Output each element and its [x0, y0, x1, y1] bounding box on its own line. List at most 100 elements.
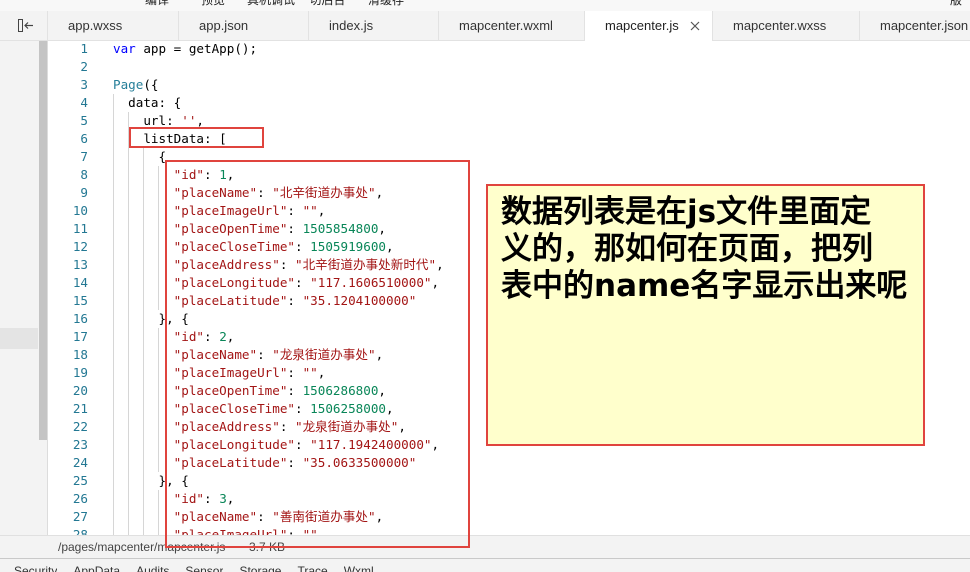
indent-guide: [143, 364, 145, 382]
code-line[interactable]: [113, 58, 970, 76]
indent-guide: [113, 382, 114, 400]
top-toolbar: 编译 预览 真机调试 切后台 清缓存 版: [0, 0, 970, 11]
line-number: 16: [72, 311, 88, 326]
tab-label: app.json: [199, 18, 249, 33]
line-number: 6: [80, 131, 88, 146]
tab-mapcenter-wxml[interactable]: mapcenter.wxml: [439, 11, 585, 40]
code-token-plain: ,: [196, 113, 205, 128]
line-number: 12: [72, 239, 88, 254]
devtools-tabs: Security AppData Audits Sensor Storage T…: [14, 564, 374, 572]
line-number: 14: [72, 275, 88, 290]
tab-label: mapcenter.json: [880, 18, 969, 33]
code-line[interactable]: data: {: [113, 94, 970, 112]
indent-guide: [128, 256, 130, 274]
indent-guide: [158, 436, 160, 454]
line-number: 10: [72, 203, 88, 218]
close-icon[interactable]: [690, 21, 700, 31]
tab-label: mapcenter.wxml: [459, 18, 553, 33]
indent-guide: [128, 328, 130, 346]
devtools-tab-audits[interactable]: Audits: [136, 564, 169, 572]
indent-guide: [158, 184, 160, 202]
indent-guide: [158, 238, 160, 256]
indent-guide: [128, 526, 130, 535]
indent-guide: [128, 436, 130, 454]
devtools-tab-trace[interactable]: Trace: [297, 564, 327, 572]
code-token-plain: app = getApp();: [135, 41, 258, 56]
indent-guide: [143, 238, 145, 256]
annotation-note: 数据列表是在js文件里面定 义的，那如何在页面，把列 表中的name名字显示出来…: [486, 184, 925, 446]
devtools-tab-wxml[interactable]: Wxml: [344, 564, 374, 572]
file-tree-selected-row[interactable]: [0, 328, 38, 349]
remote-debug-button[interactable]: 真机调试: [241, 0, 301, 11]
code-line[interactable]: var app = getApp();: [113, 41, 970, 58]
code-token-string: '': [181, 113, 197, 128]
tab-mapcenter-js[interactable]: mapcenter.js: [585, 11, 713, 41]
line-number: 28: [72, 527, 88, 535]
indent-guide: [113, 94, 114, 112]
devtools-panel: Security AppData Audits Sensor Storage T…: [0, 558, 970, 572]
code-token-keyword: var: [113, 41, 136, 56]
indent-guide: [143, 256, 145, 274]
preview-button[interactable]: 预览: [185, 0, 241, 11]
indent-guide: [128, 238, 130, 256]
line-number: 21: [72, 401, 88, 416]
indent-guide: [113, 490, 114, 508]
indent-guide: [113, 472, 114, 490]
devtools-tab-sensor[interactable]: Sensor: [185, 564, 223, 572]
indent-guide: [128, 292, 130, 310]
indent-guide: [113, 418, 114, 436]
tab-label: app.wxss: [68, 18, 123, 33]
indent-guide: [143, 202, 145, 220]
line-number-gutter: 1 2 3 4 5 6 7 8 9 10 11 12 13 14 15 16 17 18 19 20 21 22 23 24 2…: [48, 41, 88, 535]
indent-guide: [143, 400, 145, 418]
compile-button[interactable]: 编译: [129, 0, 185, 11]
indent-guide: [143, 328, 145, 346]
indent-guide: [143, 220, 145, 238]
annotation-box-listdata: [129, 127, 264, 148]
switch-background-button[interactable]: 切后台: [301, 0, 354, 11]
code-line[interactable]: Page({: [113, 76, 970, 94]
code-token-plain: url:: [113, 113, 182, 128]
indent-guide: [158, 274, 160, 292]
indent-guide: [128, 148, 130, 166]
tab-mapcenter-json[interactable]: mapcenter.json: [860, 11, 970, 40]
indent-guide: [143, 274, 145, 292]
sidebar-toggle-button[interactable]: [0, 11, 48, 40]
indent-guide: [158, 418, 160, 436]
indent-guide: [128, 274, 130, 292]
indent-guide: [143, 418, 145, 436]
indent-guide: [128, 472, 130, 490]
indent-guide: [143, 472, 145, 490]
indent-guide: [128, 400, 130, 418]
indent-guide: [113, 526, 114, 535]
devtools-tab-storage[interactable]: Storage: [239, 564, 281, 572]
indent-guide: [113, 454, 114, 472]
line-number: 17: [72, 329, 88, 344]
indent-guide: [158, 490, 160, 508]
line-number: 11: [72, 221, 88, 236]
indent-guide: [128, 418, 130, 436]
line-number: 13: [72, 257, 88, 272]
clear-cache-button[interactable]: 清缓存: [354, 0, 418, 11]
indent-guide: [113, 508, 114, 526]
code-token-plain: ({: [143, 77, 159, 92]
editor-tabs: app.wxss app.json index.js mapcenter.wxm…: [48, 11, 970, 41]
devtools-tab-security[interactable]: Security: [14, 564, 57, 572]
sidebar-collapse-icon[interactable]: [18, 19, 34, 32]
indent-guide: [113, 364, 114, 382]
indent-guide: [158, 220, 160, 238]
indent-guide: [113, 346, 114, 364]
tab-mapcenter-wxss[interactable]: mapcenter.wxss: [713, 11, 860, 40]
file-tree-scrollbar[interactable]: [39, 41, 47, 440]
indent-guide: [113, 166, 114, 184]
line-number: 19: [72, 365, 88, 380]
indent-guide: [158, 364, 160, 382]
indent-guide: [113, 238, 114, 256]
indent-guide: [113, 256, 114, 274]
tab-app-wxss[interactable]: app.wxss: [48, 11, 179, 40]
version-button[interactable]: 版: [950, 0, 966, 11]
indent-guide: [158, 346, 160, 364]
tab-app-json[interactable]: app.json: [179, 11, 309, 40]
tab-index-js[interactable]: index.js: [309, 11, 439, 40]
devtools-tab-appdata[interactable]: AppData: [73, 564, 120, 572]
